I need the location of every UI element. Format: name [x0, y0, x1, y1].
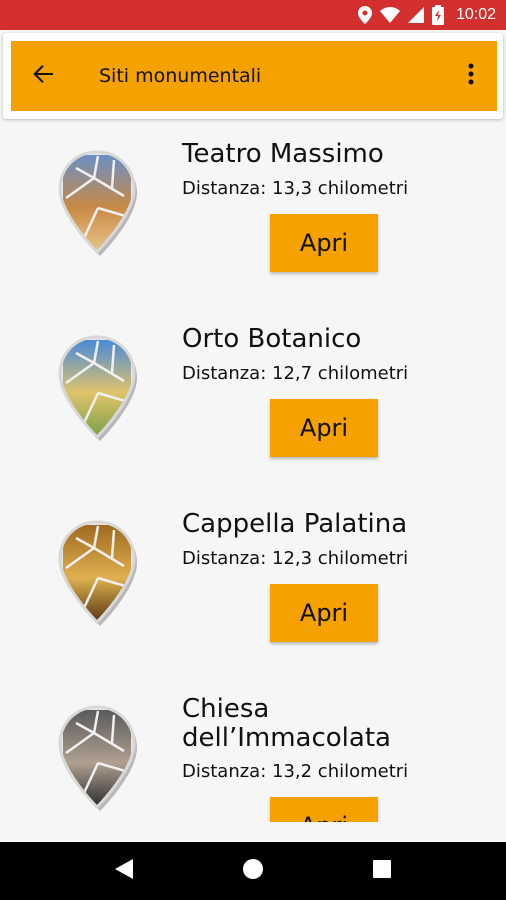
circle-home-icon [242, 858, 264, 884]
item-title: Orto Botanico [182, 324, 362, 354]
open-button[interactable]: Apri [270, 797, 378, 822]
toolbar: Siti monumentali [11, 41, 497, 111]
wifi-icon [379, 7, 400, 23]
list-item[interactable]: Chiesa dell’Immacolata Distanza: 13,2 ch… [0, 681, 506, 822]
signal-icon [407, 7, 424, 23]
app-content: Siti monumentali Teatro Massimo Distanza… [0, 30, 506, 842]
back-button[interactable] [11, 41, 75, 111]
item-distance: Distanza: 13,3 chilometri [182, 178, 409, 199]
open-button[interactable]: Apri [270, 399, 378, 457]
list-item[interactable]: Orto Botanico Distanza: 12,7 chilometri … [0, 311, 506, 496]
location-icon [357, 6, 372, 24]
nav-back-button[interactable] [94, 842, 154, 900]
square-recents-icon [372, 860, 391, 882]
monument-photo-pin [54, 518, 140, 628]
toolbar-card: Siti monumentali [3, 33, 503, 119]
overflow-menu-button[interactable] [445, 41, 497, 111]
open-button[interactable]: Apri [270, 214, 378, 272]
status-time: 10:02 [455, 6, 496, 23]
navigation-bar [0, 842, 506, 900]
item-distance: Distanza: 13,2 chilometri [182, 761, 409, 782]
nav-recents-button[interactable] [352, 842, 412, 900]
monument-photo-pin [54, 148, 140, 258]
item-title: Teatro Massimo [182, 139, 384, 169]
more-vert-icon [468, 63, 474, 89]
list-item[interactable]: Cappella Palatina Distanza: 12,3 chilome… [0, 496, 506, 681]
page-title: Siti monumentali [99, 65, 262, 87]
arrow-back-icon [32, 63, 54, 89]
list-item[interactable]: Teatro Massimo Distanza: 13,3 chilometri… [0, 126, 506, 311]
monument-photo-pin [54, 703, 140, 813]
battery-icon [431, 5, 444, 25]
nav-home-button[interactable] [223, 842, 283, 900]
item-title: Cappella Palatina [182, 509, 408, 539]
monument-photo-pin [54, 333, 140, 443]
item-distance: Distanza: 12,7 chilometri [182, 363, 409, 384]
monument-list[interactable]: Teatro Massimo Distanza: 13,3 chilometri… [0, 126, 506, 822]
triangle-back-icon [115, 859, 134, 883]
open-button[interactable]: Apri [270, 584, 378, 642]
item-title: Chiesa dell’Immacolata [182, 694, 391, 753]
item-distance: Distanza: 12,3 chilometri [182, 548, 409, 569]
status-bar: 10:02 [0, 0, 506, 30]
